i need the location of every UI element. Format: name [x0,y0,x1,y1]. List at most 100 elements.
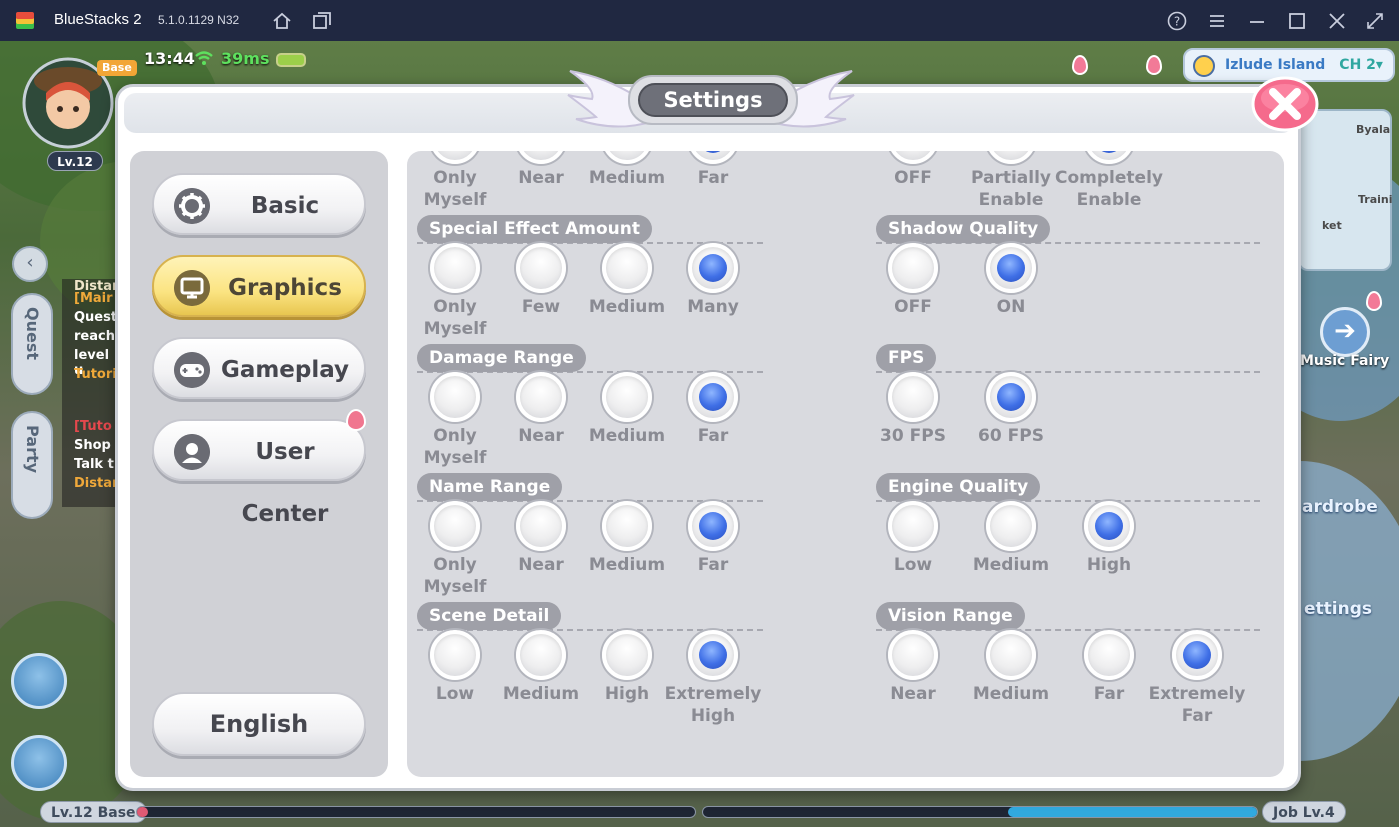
help-icon[interactable]: ? [1166,10,1188,32]
quest-tracker-panel[interactable]: Distar [Mair Quest reach level u Tutori … [62,279,122,507]
damage-range-option[interactable]: Far [658,372,768,447]
quest-tab[interactable]: Quest [11,293,53,395]
tab-graphics[interactable]: Graphics [152,255,366,317]
graphics-options-panel[interactable]: Only Myself Near Medium Far OFF Partially Ena… [407,151,1284,777]
previous-setting-option[interactable]: Completely Enable [1054,151,1164,211]
wardrobe-label[interactable]: ardrobe [1302,497,1378,517]
base-exp-bar [136,806,696,818]
scene-detail-option[interactable]: Extremely High [658,630,768,727]
music-fairy-label[interactable]: Music Fairy [1300,353,1389,369]
option-label: Many [687,297,739,317]
radio-button[interactable] [516,372,566,422]
svg-text:?: ? [1174,15,1180,29]
option-label: Partially Enable [970,168,1052,210]
tab-gameplay[interactable]: Gameplay [152,337,366,399]
channel-selector[interactable]: CH 2▾ [1339,57,1383,73]
radio-button[interactable] [986,243,1036,293]
fps-heading: FPS [876,344,937,372]
option-label: Completely Enable [1055,168,1163,210]
option-label: OFF [894,168,932,188]
radio-button[interactable] [602,243,652,293]
shadow-quality-option[interactable]: ON [956,243,1066,318]
engine-quality-option[interactable]: Medium [956,501,1066,576]
minimize-icon[interactable] [1246,10,1268,32]
maximize-icon[interactable] [1286,10,1308,32]
radio-button[interactable] [430,151,480,164]
radio-button[interactable] [888,372,938,422]
radio-button[interactable] [602,501,652,551]
radio-button[interactable] [688,630,738,680]
engine-quality-option[interactable]: Low [858,501,968,576]
radio-button[interactable] [430,243,480,293]
engine-quality-option[interactable]: High [1054,501,1164,576]
vision-range-option[interactable]: Extremely Far [1142,630,1252,727]
previous-setting-option[interactable]: Far [658,151,768,189]
radio-button[interactable] [430,372,480,422]
radio-button[interactable] [688,151,738,164]
radio-button[interactable] [602,151,652,164]
quest-line: reach [74,329,115,344]
vision-range-option[interactable]: Near [858,630,968,705]
fps-option[interactable]: 60 FPS [956,372,1066,447]
multi-instance-icon[interactable] [311,10,333,32]
radio-button[interactable] [516,151,566,164]
name-range-option[interactable]: Far [658,501,768,576]
radio-button[interactable] [688,372,738,422]
skill-attack-icon[interactable] [11,735,67,791]
radio-button[interactable] [888,501,938,551]
radio-button[interactable] [986,372,1036,422]
radio-button[interactable] [602,630,652,680]
special-effect-amount-option[interactable]: Many [658,243,768,318]
party-tab[interactable]: Party [11,411,53,519]
radio-button[interactable] [1084,151,1134,164]
next-arrow-icon[interactable]: ➔ [1320,307,1370,357]
fullscreen-icon[interactable] [1364,10,1386,32]
tab-basic[interactable]: Basic [152,173,366,235]
radio-button[interactable] [986,501,1036,551]
close-icon[interactable] [1326,10,1348,32]
option-label: ON [996,297,1026,317]
fps-option[interactable]: 30 FPS [858,372,968,447]
shadow-quality-option[interactable]: OFF [858,243,968,318]
option-label: Medium [972,555,1050,575]
home-icon[interactable] [271,10,293,32]
radio-button[interactable] [430,630,480,680]
app-version: 5.1.0.1129 N32 [158,13,240,27]
collapse-left-arrow-icon[interactable]: ‹ [12,246,48,282]
job-level-pill: Job Lv.4 [1262,801,1346,823]
radio-button[interactable] [888,151,938,164]
radio-button[interactable] [986,151,1036,164]
language-button[interactable]: English [152,692,366,756]
radio-button[interactable] [1084,501,1134,551]
minimap[interactable]: Byala Traini ket [1298,109,1393,271]
tab-user-center[interactable]: User Center [152,409,366,527]
option-label: Extremely High [664,684,762,726]
radio-button[interactable] [430,501,480,551]
radio-button[interactable] [602,372,652,422]
option-label: 60 FPS [978,426,1044,446]
menu-icon[interactable] [1206,10,1228,32]
quest-line: Tutori [74,367,117,382]
radio-button[interactable] [516,501,566,551]
job-exp-fill [1007,807,1257,817]
previous-setting-option[interactable]: OFF [858,151,968,189]
radio-button[interactable] [888,243,938,293]
location-icon [1193,55,1215,77]
radio-button[interactable] [688,243,738,293]
radio-button[interactable] [1172,630,1222,680]
previous-setting-option[interactable]: Partially Enable [956,151,1066,211]
sit-meditate-icon[interactable] [11,653,67,709]
gear-icon [174,188,210,224]
radio-button[interactable] [888,630,938,680]
radio-button[interactable] [986,630,1036,680]
settings-label[interactable]: ettings [1304,599,1372,619]
notification-badge-icon [346,409,366,431]
clock-time: 13:44 [144,49,195,68]
radio-button[interactable] [516,243,566,293]
radio-button[interactable] [688,501,738,551]
user-icon [174,434,210,470]
radio-button[interactable] [516,630,566,680]
close-x-icon[interactable] [1251,74,1319,132]
radio-button[interactable] [1084,630,1134,680]
vision-range-option[interactable]: Medium [956,630,1066,705]
